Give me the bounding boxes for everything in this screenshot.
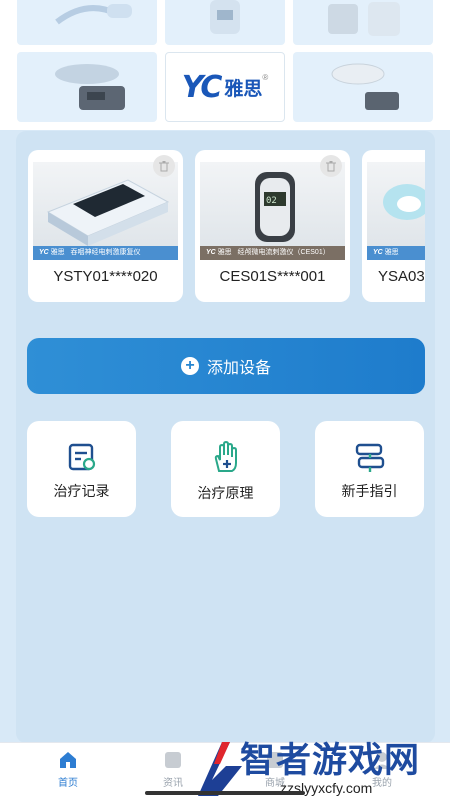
product-image (331, 63, 399, 110)
delete-device-button[interactable] (153, 155, 175, 177)
trash-icon (326, 161, 336, 172)
device-banner: YC 雅思 吞咽神经电刺激康复仪 (33, 246, 178, 260)
tab-label: 首页 (58, 778, 78, 789)
brand-logo-tile[interactable]: YC 雅思 ® (165, 52, 285, 122)
device-banner: YC 雅思 (367, 246, 425, 260)
trash-icon (159, 161, 169, 172)
home-indicator (145, 791, 305, 795)
brand-mark: YC (181, 69, 223, 105)
svg-text:02: 02 (266, 196, 277, 206)
delete-device-button[interactable] (320, 155, 342, 177)
tab-home[interactable]: 首页 (38, 749, 98, 789)
beginner-guide-button[interactable]: 新手指引 (315, 421, 424, 517)
device-id: CES01S****001 (219, 268, 326, 285)
product-image (55, 64, 125, 110)
registered-mark: ® (262, 73, 269, 82)
watermark-title: 智者游戏网 (240, 741, 421, 781)
device-carousel[interactable]: YC 雅思 吞咽神经电刺激康复仪 YSTY01****020 02 YC 雅思 … (28, 150, 425, 302)
function-label: 新手指引 (341, 483, 398, 499)
product-image (210, 0, 240, 34)
banner-brand-mark: YC (39, 249, 49, 256)
brand-name: 雅思 (224, 77, 263, 100)
device-banner: YC 雅思 经颅微电流刺激仪（CES01） (200, 246, 345, 260)
treatment-record-button[interactable]: 治疗记录 (27, 421, 136, 517)
add-device-label: 添加设备 (206, 360, 271, 377)
banner-brand-name: 雅思 (384, 249, 399, 256)
add-device-button[interactable]: + 添加设备 (27, 338, 425, 394)
banner-brand-mark: YC (373, 249, 383, 256)
treatment-principle-button[interactable]: 治疗原理 (171, 421, 280, 517)
plus-circle-icon: + (180, 357, 199, 375)
home-icon (60, 752, 76, 768)
device-banner-text: 经颅微电流刺激仪（CES01） (237, 249, 330, 256)
device-id: YSA03 (378, 268, 425, 285)
product-grid: YC 雅思 ® (0, 0, 450, 130)
device-image: YC 雅思 吞咽神经电刺激康复仪 (33, 162, 178, 260)
product-tile[interactable] (293, 0, 433, 45)
main-panel: YC 雅思 吞咽神经电刺激康复仪 YSTY01****020 02 YC 雅思 … (16, 131, 435, 743)
product-image (328, 2, 400, 36)
watermark: 智者游戏网 zzslyyxcfy.com (180, 730, 450, 800)
device-card[interactable]: 02 YC 雅思 经颅微电流刺激仪（CES01） CES01S****001 (195, 150, 350, 302)
hand-plus-icon (214, 441, 237, 472)
product-tile[interactable] (165, 0, 285, 45)
product-tile[interactable] (17, 0, 157, 45)
record-icon (68, 443, 95, 471)
device-banner-text: 吞咽神经电刺激康复仪 (70, 249, 141, 256)
signpost-icon (355, 443, 384, 472)
banner-brand-name: 雅思 (217, 249, 232, 256)
product-tile[interactable] (17, 52, 157, 122)
function-label: 治疗记录 (53, 483, 110, 499)
device-image: 02 YC 雅思 经颅微电流刺激仪（CES01） (200, 162, 345, 260)
banner-brand-mark: YC (206, 249, 216, 256)
product-tile[interactable] (293, 52, 433, 122)
product-image (55, 4, 132, 25)
device-image: YC 雅思 (367, 162, 425, 260)
device-card[interactable]: YC 雅思 吞咽神经电刺激康复仪 YSTY01****020 (28, 150, 183, 302)
brand-logo: YC (181, 69, 223, 105)
device-card[interactable]: YC 雅思 YSA03 (362, 150, 425, 302)
function-label: 治疗原理 (197, 485, 254, 501)
device-id: YSTY01****020 (53, 268, 158, 285)
banner-brand-name: 雅思 (50, 249, 65, 256)
